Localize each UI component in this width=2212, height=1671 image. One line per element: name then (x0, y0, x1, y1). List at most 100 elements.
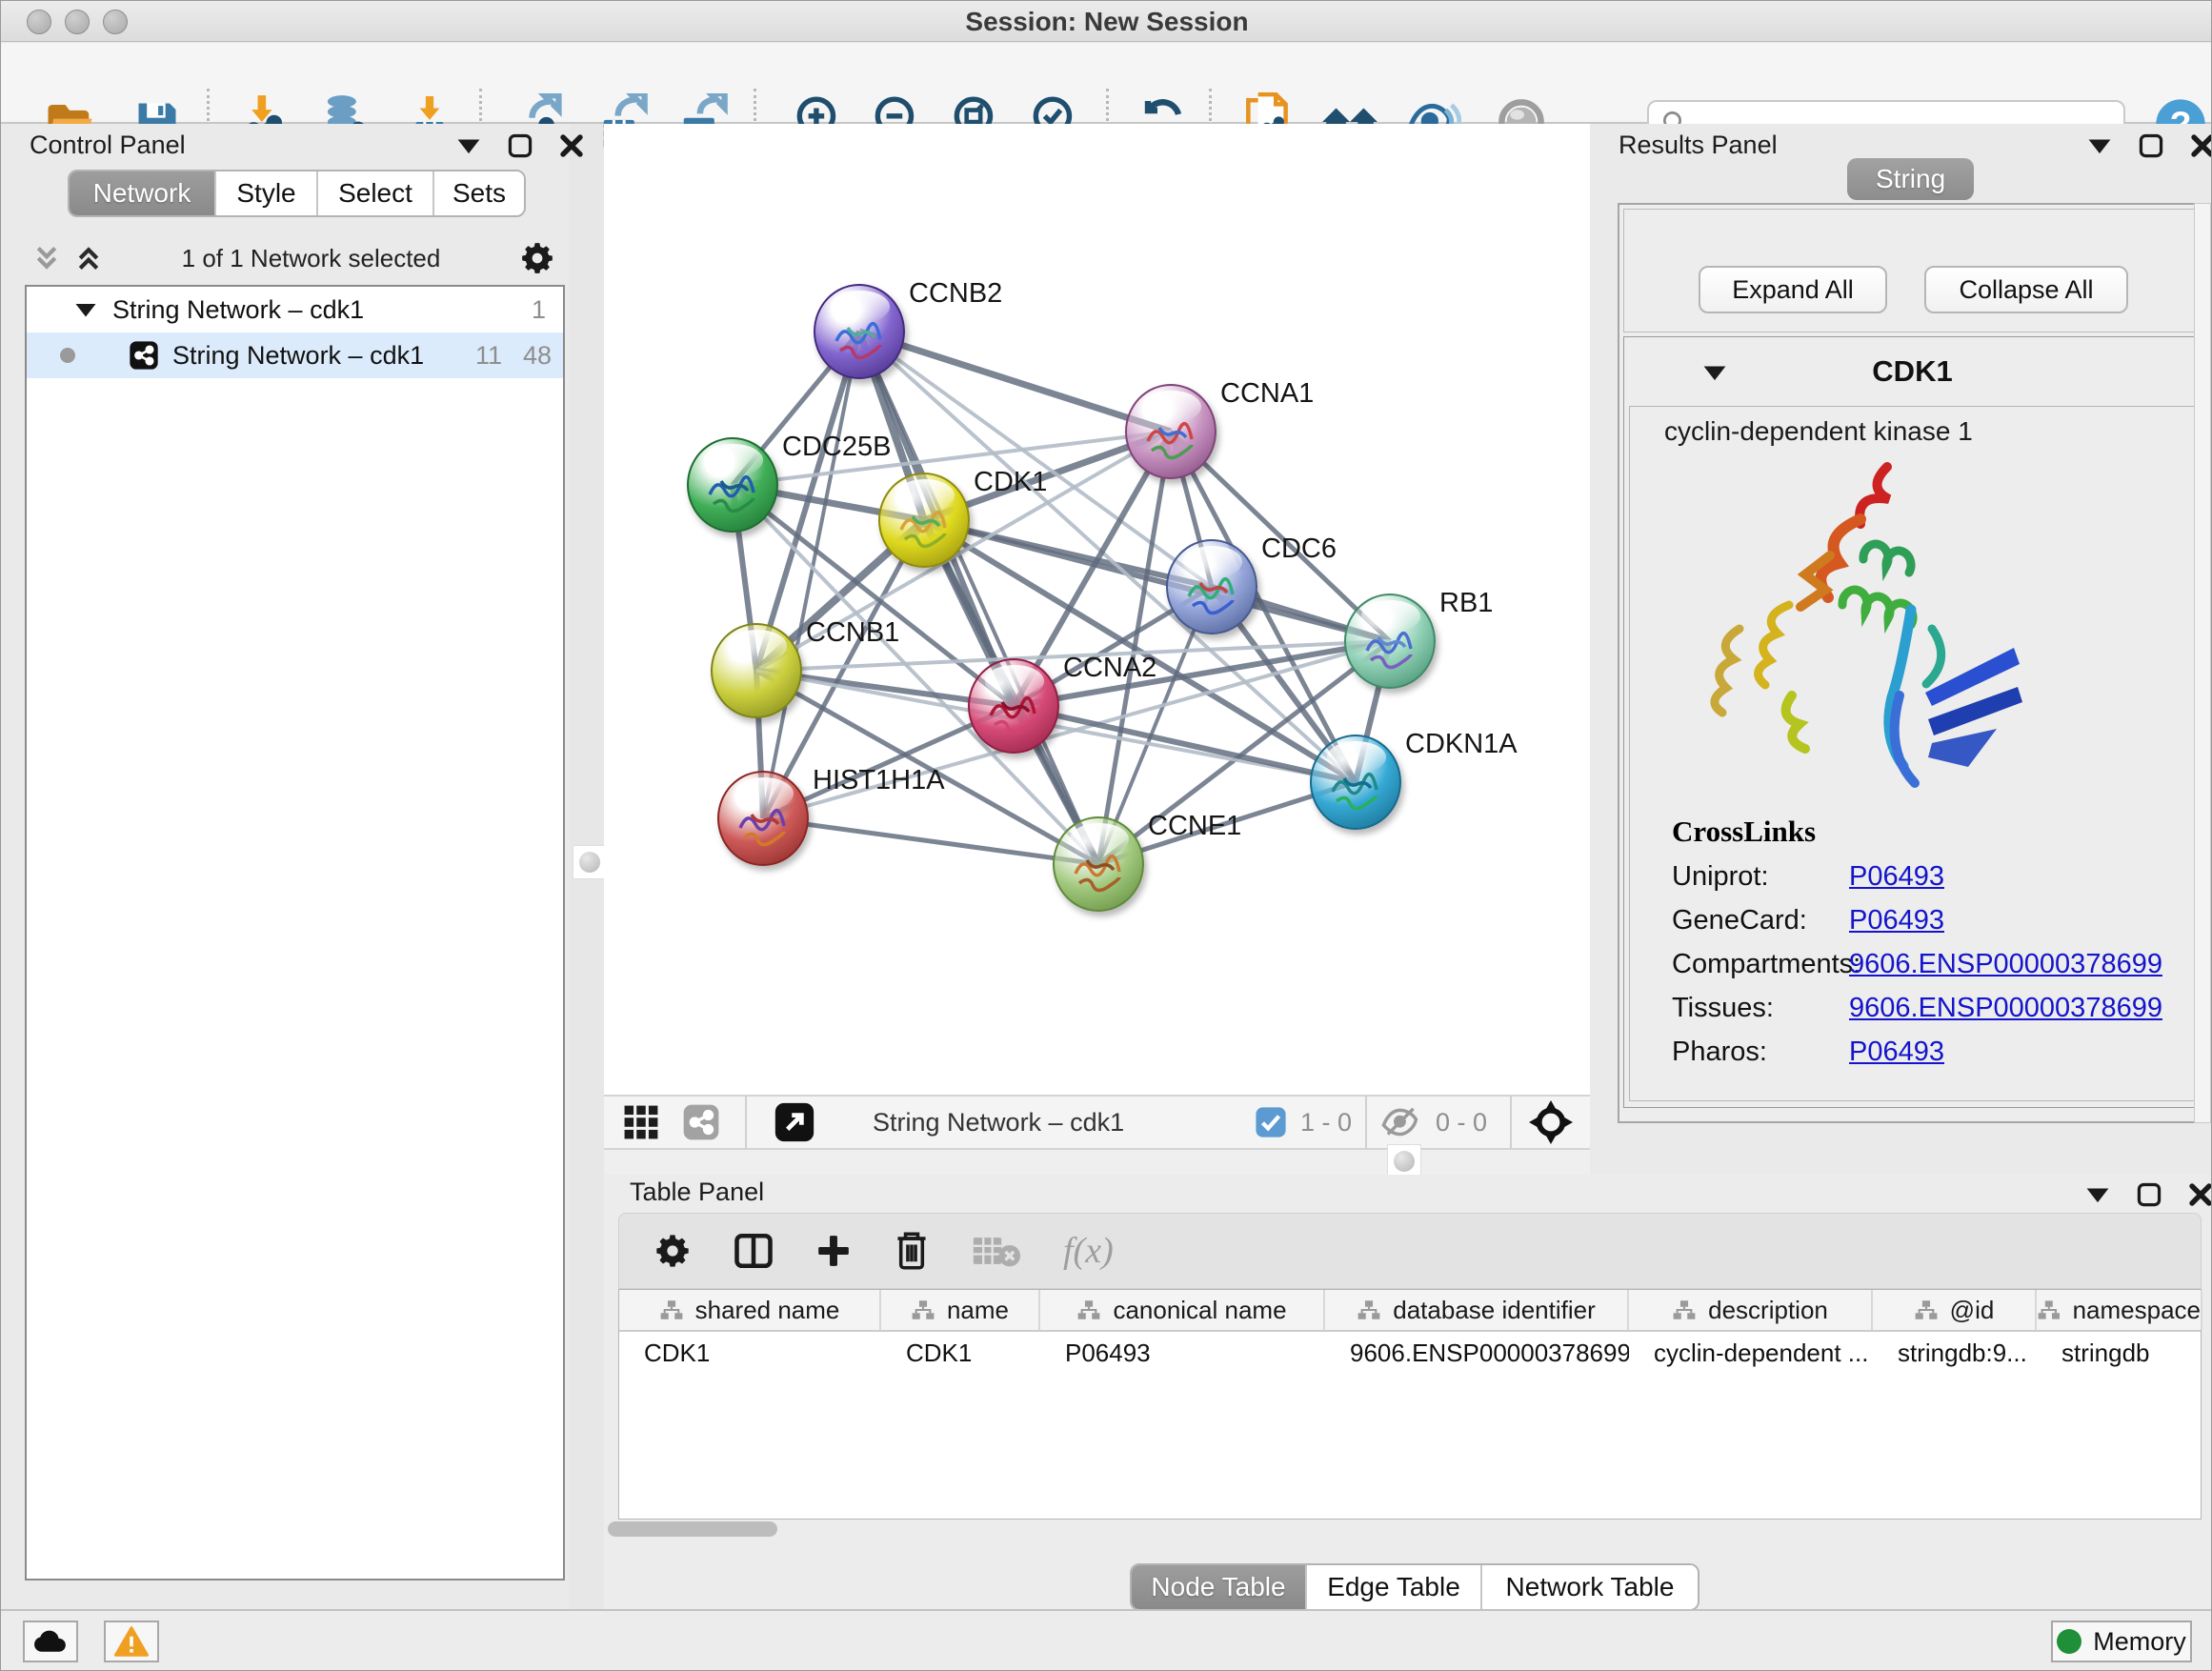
node-CDK1[interactable] (878, 473, 970, 568)
title-bar: Session: New Session (1, 1, 2212, 42)
selected-indicator[interactable] (1255, 1106, 1287, 1138)
node-CCNA2[interactable] (968, 658, 1059, 754)
results-scrollbar[interactable] (2194, 203, 2211, 1123)
left-splitter-handle[interactable] (573, 845, 607, 879)
collapse-all-icon[interactable] (32, 245, 61, 272)
crosslink-link[interactable]: 9606.ENSP00000378699 (1849, 993, 2162, 1024)
expand-all-button[interactable]: Expand All (1699, 266, 1887, 313)
node-label-CDC25B: CDC25B (782, 432, 891, 463)
network-label: String Network – cdk1 (172, 341, 424, 371)
delete-table-icon (972, 1233, 1021, 1269)
panel-close-icon[interactable] (2190, 133, 2212, 158)
tab-string[interactable]: String (1847, 158, 1974, 200)
cell--id[interactable]: stringdb:9... (1873, 1332, 2037, 1374)
tab-style[interactable]: Style (214, 171, 316, 215)
node-CCNB1[interactable] (711, 623, 802, 718)
window-title: Session: New Session (1, 7, 2212, 37)
panel-float-icon[interactable] (2137, 1182, 2162, 1207)
cell-name[interactable]: CDK1 (881, 1332, 1040, 1374)
column-header-namespace[interactable]: namespace (2037, 1290, 2202, 1330)
string-style-button[interactable] (682, 1103, 720, 1141)
network-row-selected[interactable]: String Network – cdk1 11 48 (27, 332, 563, 378)
open-in-new-window-button[interactable] (774, 1101, 815, 1143)
crosslink-label: GeneCard: (1672, 905, 1849, 936)
collection-count: 1 (532, 295, 546, 325)
column-header--id[interactable]: @id (1873, 1290, 2037, 1330)
network-options-gear-icon[interactable] (519, 240, 555, 276)
delete-column-button[interactable] (894, 1231, 930, 1271)
memory-button[interactable]: Memory (2051, 1621, 2192, 1662)
node-HIST1H1A[interactable] (717, 771, 809, 866)
tab-node-table[interactable]: Node Table (1132, 1565, 1305, 1609)
protein-structure-image (1682, 453, 2044, 810)
cell-namespace[interactable]: stringdb (2037, 1332, 2202, 1374)
node-label-CDKN1A: CDKN1A (1405, 729, 1518, 760)
protein-name: CDK1 (1872, 354, 1952, 389)
crosslink-label: Pharos: (1672, 1037, 1849, 1068)
crosslink-link[interactable]: P06493 (1849, 861, 1944, 893)
edge-HIST1H1A-CCNE1[interactable] (763, 818, 1098, 864)
collapse-all-button[interactable]: Collapse All (1924, 266, 2128, 313)
column-header-database-identifier[interactable]: database identifier (1325, 1290, 1629, 1330)
edge-CCNA2-CDKN1A[interactable] (1014, 706, 1356, 782)
tab-network[interactable]: Network (70, 171, 214, 215)
cell-shared-name[interactable]: CDK1 (619, 1332, 881, 1374)
network-collection-row[interactable]: String Network – cdk1 1 (27, 287, 563, 332)
cloud-status-button[interactable] (23, 1621, 78, 1662)
crosslink-link[interactable]: P06493 (1849, 1037, 1944, 1068)
cell-canonical-name[interactable]: P06493 (1040, 1332, 1325, 1374)
node-RB1[interactable] (1344, 594, 1436, 689)
tab-network-table[interactable]: Network Table (1480, 1565, 1698, 1609)
column-header-shared-name[interactable]: shared name (619, 1290, 881, 1330)
node-CCNA1[interactable] (1125, 384, 1217, 479)
table-hscrollbar[interactable] (608, 1521, 777, 1537)
node-CDC25B[interactable] (687, 437, 778, 533)
node-gloss (728, 630, 787, 662)
network-canvas[interactable]: CCNB2CCNA1CDC25BCDK1CDC6RB1CCNB1CCNA2CDK… (604, 124, 1590, 1095)
fit-selected-button[interactable] (1529, 1100, 1573, 1144)
crosslink-link[interactable]: P06493 (1849, 905, 1944, 936)
tab-select[interactable]: Select (316, 171, 432, 215)
node-CDC6[interactable] (1166, 539, 1257, 634)
section-collapse-icon[interactable] (1702, 362, 1727, 383)
status-bar: Memory (1, 1609, 2212, 1671)
panel-menu-icon[interactable] (2087, 135, 2112, 156)
panel-close-icon[interactable] (559, 133, 584, 158)
node-gloss (985, 665, 1044, 697)
function-builder-button[interactable]: f(x) (1063, 1230, 1114, 1272)
show-columns-button[interactable] (734, 1231, 774, 1271)
crosslink-link[interactable]: 9606.ENSP00000378699 (1849, 949, 2162, 980)
panel-close-icon[interactable] (2188, 1182, 2212, 1207)
tree-expand-icon[interactable] (74, 300, 97, 319)
bottom-splitter-handle[interactable] (1387, 1144, 1421, 1178)
protein-section-header[interactable]: CDK1 (1624, 337, 2201, 406)
delete-table-button[interactable] (972, 1233, 1021, 1269)
column-header-description[interactable]: description (1629, 1290, 1873, 1330)
birds-eye-view-button[interactable] (623, 1104, 659, 1140)
node-CCNE1[interactable] (1053, 816, 1144, 912)
panel-menu-icon[interactable] (456, 135, 481, 156)
cell-description[interactable]: cyclin-dependent ... (1629, 1332, 1873, 1374)
tab-sets[interactable]: Sets (432, 171, 524, 215)
hidden-indicator[interactable] (1380, 1105, 1422, 1139)
column-header-canonical-name[interactable]: canonical name (1040, 1290, 1325, 1330)
node-gloss (1327, 741, 1386, 774)
protein-description: cyclin-dependent kinase 1 (1664, 416, 1973, 447)
node-gloss (1361, 600, 1420, 633)
table-options-button[interactable] (654, 1232, 692, 1270)
node-CDKN1A[interactable] (1310, 735, 1401, 830)
panel-menu-icon[interactable] (2085, 1184, 2110, 1205)
edge-CCNB2-CCNA1[interactable] (859, 332, 1171, 432)
column-header-name[interactable]: name (881, 1290, 1040, 1330)
add-column-button[interactable] (815, 1233, 852, 1269)
node-CCNB2[interactable] (814, 284, 905, 379)
panel-float-icon[interactable] (2139, 133, 2163, 158)
column-type-icon (1914, 1299, 1939, 1321)
hidden-counts: 0 - 0 (1436, 1108, 1487, 1137)
cell-database-identifier[interactable]: 9606.ENSP00000378699 (1325, 1332, 1629, 1374)
expand-all-icon[interactable] (74, 245, 103, 272)
table-row[interactable]: CDK1CDK1P064939606.ENSP00000378699cyclin… (619, 1332, 2201, 1374)
tab-edge-table[interactable]: Edge Table (1305, 1565, 1480, 1609)
panel-float-icon[interactable] (508, 133, 533, 158)
warning-status-button[interactable] (104, 1621, 159, 1662)
